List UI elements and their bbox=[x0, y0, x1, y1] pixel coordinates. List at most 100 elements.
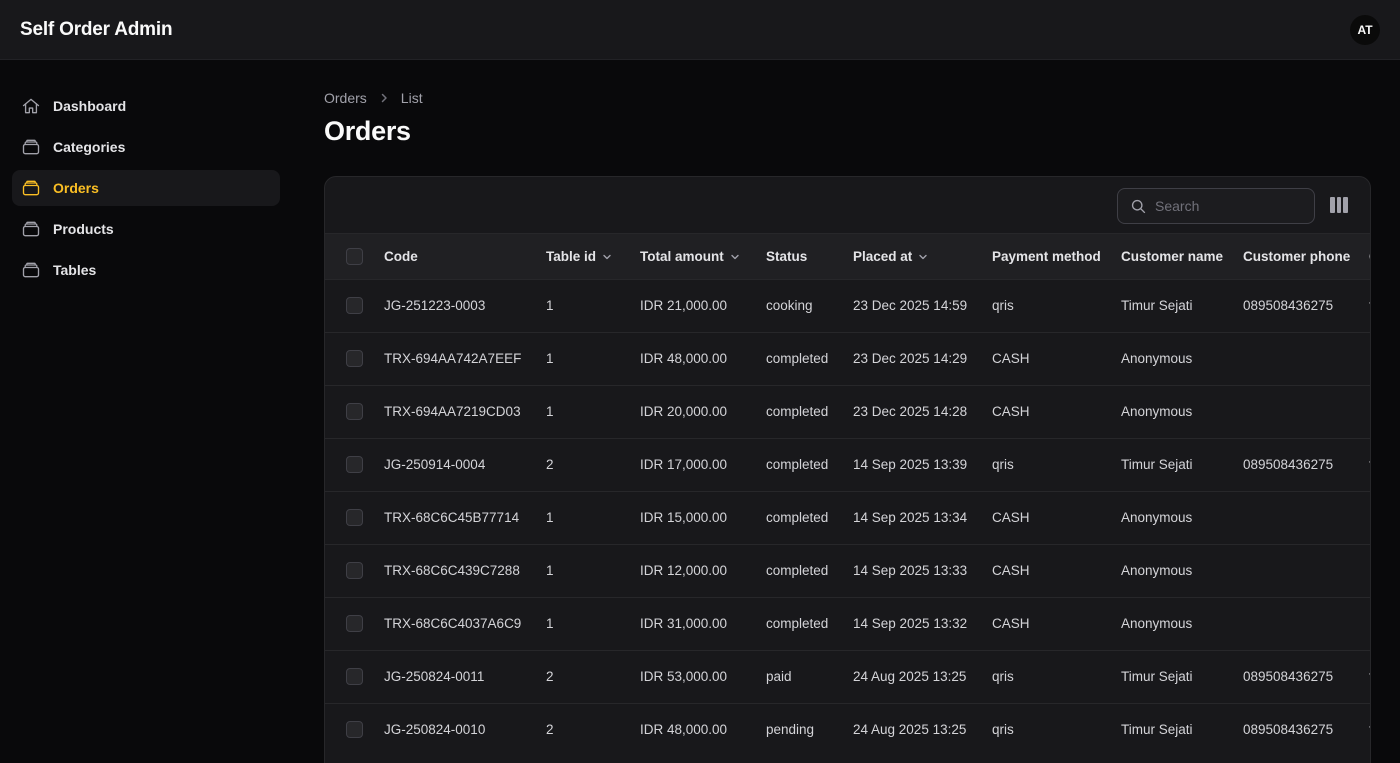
table-id-cell: 1 bbox=[546, 351, 554, 366]
total-amount-cell: IDR 48,000.00 bbox=[640, 722, 728, 738]
column-header-placed-at[interactable]: Placed at bbox=[853, 234, 992, 279]
user-avatar[interactable]: AT bbox=[1350, 14, 1380, 45]
status-cell: completed bbox=[766, 404, 829, 419]
row-checkbox[interactable] bbox=[346, 562, 363, 579]
customer-name-cell: Timur Sejati bbox=[1121, 457, 1193, 472]
payment-method-cell: qris bbox=[992, 722, 1014, 738]
table-row[interactable]: JG-250914-0004 2 IDR 17,000.00 completed 14 … bbox=[325, 438, 1370, 491]
order-code-cell: JG-250824-0010 bbox=[384, 722, 486, 738]
orders-table: Code Table id Total amount Status Placed… bbox=[325, 234, 1370, 756]
truncated-cell: t bbox=[1369, 650, 1370, 703]
search-icon bbox=[1130, 198, 1147, 215]
app-title: Self Order Admin bbox=[20, 18, 173, 40]
customer-name-cell: Timur Sejati bbox=[1121, 669, 1193, 684]
column-label: Customer name bbox=[1121, 248, 1224, 264]
column-header-code: Code bbox=[384, 234, 546, 279]
row-checkbox[interactable] bbox=[346, 350, 363, 367]
payment-method-cell: CASH bbox=[992, 563, 1030, 578]
truncated-cell bbox=[1369, 597, 1370, 650]
order-code-cell: JG-251223-0003 bbox=[384, 298, 486, 313]
table-body: JG-251223-0003 1 IDR 21,000.00 cooking 23 De… bbox=[325, 279, 1370, 756]
customer-phone-cell bbox=[1243, 491, 1369, 544]
table-id-cell: 1 bbox=[546, 563, 554, 578]
total-amount-cell: IDR 17,000.00 bbox=[640, 457, 728, 472]
status-cell: pending bbox=[766, 722, 815, 738]
sidebar-item-orders[interactable]: Orders bbox=[12, 170, 280, 206]
row-select-cell bbox=[325, 703, 384, 756]
total-amount-cell: IDR 53,000.00 bbox=[640, 669, 728, 684]
status-cell: completed bbox=[766, 563, 829, 578]
sidebar-item-dashboard[interactable]: Dashboard bbox=[12, 88, 280, 124]
orders-table-card: Code Table id Total amount Status Placed… bbox=[324, 176, 1371, 763]
table-row[interactable]: TRX-68C6C439C7288 1 IDR 12,000.00 completed… bbox=[325, 544, 1370, 597]
column-label: Status bbox=[766, 248, 808, 264]
status-cell: paid bbox=[766, 669, 792, 684]
sidebar-item-tables[interactable]: Tables bbox=[12, 252, 280, 288]
payment-method-cell: CASH bbox=[992, 616, 1030, 631]
customer-name-cell: Timur Sejati bbox=[1121, 722, 1193, 738]
customer-name-cell: Anonymous bbox=[1121, 510, 1193, 525]
breadcrumb-link-orders[interactable]: Orders bbox=[324, 90, 367, 106]
payment-method-cell: qris bbox=[992, 298, 1014, 313]
row-checkbox[interactable] bbox=[346, 721, 363, 739]
total-amount-cell: IDR 21,000.00 bbox=[640, 298, 728, 313]
placed-at-cell: 23 Dec 2025 14:59 bbox=[853, 298, 968, 313]
row-checkbox[interactable] bbox=[346, 456, 363, 473]
table-row[interactable]: JG-251223-0003 1 IDR 21,000.00 cooking 23 De… bbox=[325, 279, 1370, 332]
table-id-cell: 2 bbox=[546, 669, 554, 684]
table-id-cell: 2 bbox=[546, 457, 554, 472]
column-label: Customer phone bbox=[1243, 248, 1351, 264]
sidebar-item-products[interactable]: Products bbox=[12, 211, 280, 247]
chevron-down-icon bbox=[918, 252, 928, 262]
column-label: Payment method bbox=[992, 248, 1101, 264]
table-id-cell: 2 bbox=[546, 722, 554, 738]
stack-icon bbox=[21, 178, 41, 198]
row-checkbox[interactable] bbox=[346, 403, 363, 420]
table-row[interactable]: JG-250824-0011 2 IDR 53,000.00 paid 24 Aug 2… bbox=[325, 650, 1370, 703]
breadcrumb: Orders List bbox=[324, 90, 423, 106]
table-row[interactable]: TRX-694AA7219CD03 1 IDR 20,000.00 completed… bbox=[325, 385, 1370, 438]
chevron-right-icon bbox=[378, 92, 390, 104]
stack-icon bbox=[21, 137, 41, 157]
row-checkbox[interactable] bbox=[346, 297, 363, 314]
customer-phone-cell: 089508436275 bbox=[1243, 298, 1334, 313]
sidebar-item-categories[interactable]: Categories bbox=[12, 129, 280, 165]
row-checkbox[interactable] bbox=[346, 615, 363, 632]
row-select-cell bbox=[325, 332, 384, 385]
total-amount-cell: IDR 31,000.00 bbox=[640, 616, 728, 631]
column-header-payment-method: Payment method bbox=[992, 234, 1121, 279]
column-header-table-id[interactable]: Table id bbox=[546, 234, 640, 279]
payment-method-cell: qris bbox=[992, 669, 1014, 684]
placed-at-cell: 14 Sep 2025 13:34 bbox=[853, 510, 968, 525]
order-code-cell: TRX-68C6C4037A6C9 bbox=[384, 616, 522, 631]
order-code-cell: TRX-694AA7219CD03 bbox=[384, 404, 521, 419]
column-header-customer-name: Customer name bbox=[1121, 234, 1243, 279]
customer-name-cell: Anonymous bbox=[1121, 351, 1193, 366]
table-row[interactable]: TRX-68C6C45B77714 1 IDR 15,000.00 completed… bbox=[325, 491, 1370, 544]
stack-icon bbox=[21, 260, 41, 280]
payment-method-cell: qris bbox=[992, 457, 1014, 472]
search-input[interactable] bbox=[1155, 198, 1305, 214]
row-select-cell bbox=[325, 544, 384, 597]
total-amount-cell: IDR 15,000.00 bbox=[640, 510, 728, 525]
table-row[interactable]: JG-250824-0010 2 IDR 48,000.00 pending 24 Au… bbox=[325, 703, 1370, 756]
select-all-checkbox[interactable] bbox=[346, 247, 363, 265]
select-all-cell bbox=[325, 234, 384, 279]
customer-name-cell: Anonymous bbox=[1121, 404, 1193, 419]
table-row[interactable]: TRX-694AA742A7EEF 1 IDR 48,000.00 completed… bbox=[325, 332, 1370, 385]
row-checkbox[interactable] bbox=[346, 668, 363, 685]
order-code-cell: TRX-68C6C45B77714 bbox=[384, 510, 520, 525]
customer-phone-cell bbox=[1243, 332, 1369, 385]
row-select-cell bbox=[325, 279, 384, 332]
page-title: Orders bbox=[324, 116, 411, 146]
table-row[interactable]: TRX-68C6C4037A6C9 1 IDR 31,000.00 completed… bbox=[325, 597, 1370, 650]
table-id-cell: 1 bbox=[546, 616, 554, 631]
row-checkbox[interactable] bbox=[346, 509, 363, 526]
order-code-cell: JG-250824-0011 bbox=[384, 669, 485, 684]
column-toggle-icon[interactable] bbox=[1330, 197, 1349, 213]
table-toolbar bbox=[325, 177, 1370, 234]
chevron-down-icon bbox=[602, 252, 612, 262]
truncated-cell bbox=[1369, 385, 1370, 438]
column-header-total-amount[interactable]: Total amount bbox=[640, 234, 766, 279]
sidebar-item-label: Orders bbox=[53, 180, 99, 196]
